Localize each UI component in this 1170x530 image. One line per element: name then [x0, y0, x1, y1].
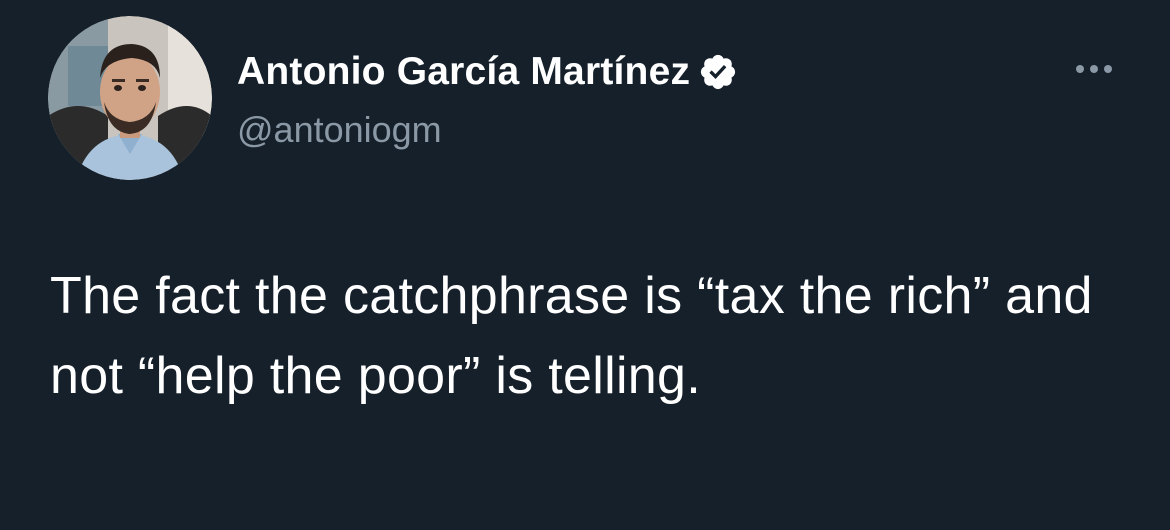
author-name-row: Antonio García Martínez: [237, 48, 738, 96]
avatar[interactable]: [48, 16, 212, 180]
tweet-text: The fact the catchphrase is “tax the ric…: [50, 267, 1093, 405]
tweet-card: Antonio García Martínez @antoniogm The f…: [0, 0, 1170, 530]
author-handle[interactable]: @antoniogm: [237, 108, 442, 152]
avatar-image: [48, 16, 212, 180]
author-display-name[interactable]: Antonio García Martínez: [237, 48, 690, 96]
more-dot: [1104, 65, 1112, 73]
more-options-icon[interactable]: [1064, 52, 1124, 86]
more-dot: [1076, 65, 1084, 73]
verified-badge-icon: [698, 52, 738, 92]
more-dot: [1090, 65, 1098, 73]
